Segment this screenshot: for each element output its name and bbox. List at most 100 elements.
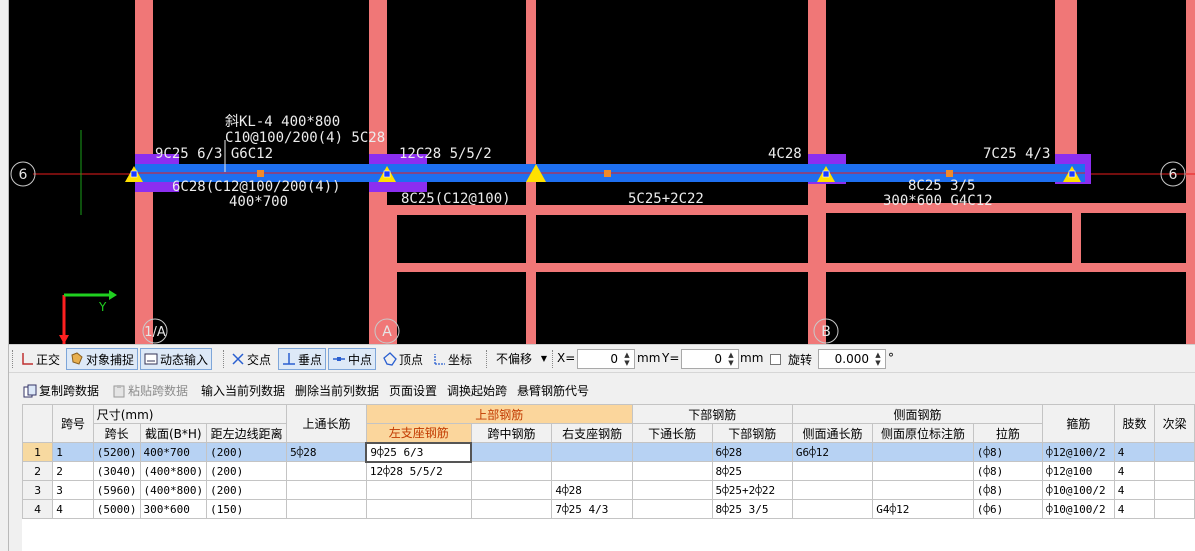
cell-stirrup[interactable]: ⌽12@100	[1042, 461, 1115, 481]
cell-bottom-through[interactable]	[631, 442, 713, 462]
swap-start-span-button[interactable]: 调换起始跨	[447, 382, 507, 399]
header-bottom-bars[interactable]: 下部钢筋	[711, 423, 793, 443]
beam-plan-drawing[interactable]: 6 6 1/A A B Y 斜KL-4 400*800 C10@100/200(…	[9, 0, 1195, 344]
header-span-no[interactable]: 跨号	[52, 404, 94, 443]
cell-tie-bars[interactable]: (⌽8)	[972, 442, 1044, 462]
y-coordinate-input[interactable]: 0 ▲ ▼	[681, 349, 739, 369]
cell-dist[interactable]: (200)	[206, 461, 288, 481]
header-secondary[interactable]: 次梁	[1154, 404, 1195, 443]
header-left-dist[interactable]: 距左边线距离	[206, 423, 288, 443]
header-right-support[interactable]: 右支座钢筋	[551, 423, 633, 443]
offset-mode-select[interactable]: 不偏移 ▼	[492, 349, 550, 369]
cell-mid-span[interactable]	[470, 442, 553, 462]
cell-dist[interactable]: (150)	[206, 499, 288, 519]
cell-left-support[interactable]	[365, 480, 472, 500]
y-spinner[interactable]: ▲ ▼	[725, 351, 737, 367]
header-side-original[interactable]: 侧面原位标注筋	[872, 423, 974, 443]
cell-side-through[interactable]	[791, 499, 874, 519]
cell-section[interactable]: 300*600	[139, 499, 208, 519]
cell-stirrup[interactable]: ⌽10@100/2	[1042, 499, 1115, 519]
header-bottom-through[interactable]: 下通长筋	[631, 423, 713, 443]
cell-tie-bars[interactable]: (⌽8)	[972, 461, 1044, 481]
cell-secondary[interactable]	[1154, 442, 1195, 462]
cell-length[interactable]: (5960)	[92, 480, 141, 500]
cell-top-through[interactable]	[286, 480, 367, 500]
cell-secondary[interactable]	[1154, 461, 1195, 481]
row-number[interactable]: 3	[22, 480, 54, 500]
cell-side-original[interactable]	[872, 442, 974, 462]
cell-dist[interactable]: (200)	[206, 442, 288, 462]
cell-mid-span[interactable]	[470, 480, 553, 500]
x-spinner[interactable]: ▲ ▼	[621, 351, 633, 367]
row-number[interactable]: 1	[22, 442, 54, 462]
cell-secondary[interactable]	[1154, 499, 1195, 519]
midpoint-snap-button[interactable]: 中点	[328, 348, 377, 370]
cell-top-through[interactable]	[286, 499, 367, 519]
input-column-button[interactable]: 输入当前列数据	[201, 382, 285, 399]
cell-length[interactable]: (3040)	[92, 461, 141, 481]
perpendicular-snap-button[interactable]: 垂点	[278, 348, 327, 370]
cell-right-support[interactable]: 4⌽28	[551, 480, 633, 500]
header-stirrup[interactable]: 箍筋	[1042, 404, 1115, 443]
header-mid-span[interactable]: 跨中钢筋	[470, 423, 553, 443]
cell-side-original[interactable]	[872, 480, 974, 500]
copy-span-button[interactable]: 复制跨数据	[23, 382, 99, 399]
table-row[interactable]: 3 3 (5960) (400*800) (200) 4⌽28 5⌽25+2⌽2…	[22, 480, 1195, 500]
intersection-snap-button[interactable]: 交点	[228, 348, 274, 370]
paste-span-button[interactable]: 粘贴跨数据	[112, 382, 188, 399]
header-side-through[interactable]: 侧面通长筋	[791, 423, 874, 443]
cell-left-support[interactable]	[365, 499, 472, 519]
drawing-canvas[interactable]: 6 6 1/A A B Y 斜KL-4 400*800 C10@100/200(…	[9, 0, 1195, 344]
cell-top-through[interactable]: 5⌽28	[286, 442, 367, 462]
cell-bottom-through[interactable]	[631, 480, 713, 500]
cell-bottom-bars[interactable]: 8⌽25 3/5	[711, 499, 793, 519]
corner-header[interactable]	[22, 404, 54, 443]
cell-bottom-through[interactable]	[631, 499, 713, 519]
cell-legs[interactable]: 4	[1113, 480, 1156, 500]
table-row[interactable]: 1 1 (5200) 400*700 (200) 5⌽28 9⌽25 6/3 6…	[22, 441, 1195, 463]
ortho-button[interactable]: 正交	[17, 348, 63, 370]
cell-span[interactable]: 2	[52, 461, 94, 481]
row-number[interactable]: 2	[22, 461, 54, 481]
header-left-support[interactable]: 左支座钢筋	[365, 423, 472, 443]
cell-tie-bars[interactable]: (⌽6)	[972, 499, 1044, 519]
row-number[interactable]: 4	[22, 499, 54, 519]
header-top-through[interactable]: 上通长筋	[286, 404, 367, 443]
cell-section[interactable]: (400*800)	[139, 461, 208, 481]
cell-span[interactable]: 3	[52, 480, 94, 500]
rebar-input-grid[interactable]: 跨号 尺寸(mm) 上通长筋 上部钢筋 下部钢筋 侧面钢筋 箍筋 肢数 次梁 跨…	[22, 404, 1195, 551]
cell-bottom-bars[interactable]: 5⌽25+2⌽22	[711, 480, 793, 500]
cell-length[interactable]: (5000)	[92, 499, 141, 519]
cell-stirrup[interactable]: ⌽12@100/2	[1042, 442, 1115, 462]
cell-side-original[interactable]	[872, 461, 974, 481]
cell-right-support[interactable]: 7⌽25 4/3	[551, 499, 633, 519]
dynamic-input-button[interactable]: 动态输入	[140, 348, 213, 370]
page-setup-button[interactable]: 页面设置	[389, 382, 437, 399]
cell-bottom-bars[interactable]: 8⌽25	[711, 461, 793, 481]
x-coordinate-input[interactable]: 0 ▲ ▼	[577, 349, 635, 369]
header-legs[interactable]: 肢数	[1113, 404, 1156, 443]
rotate-checkbox[interactable]	[770, 354, 781, 365]
rotate-input[interactable]: 0.000 ▲ ▼	[818, 349, 886, 369]
cell-bottom-through[interactable]	[631, 461, 713, 481]
cell-side-through[interactable]: G6⌽12	[791, 442, 874, 462]
cell-secondary[interactable]	[1154, 480, 1195, 500]
cell-right-support[interactable]	[551, 442, 633, 462]
cantilever-code-button[interactable]: 悬臂钢筋代号	[517, 382, 589, 399]
cell-section[interactable]: 400*700	[139, 442, 208, 462]
cell-span[interactable]: 1	[52, 442, 94, 462]
table-row[interactable]: 4 4 (5000) 300*600 (150) 7⌽25 4/3 8⌽25 3…	[22, 499, 1195, 519]
cell-legs[interactable]: 4	[1113, 499, 1156, 519]
coordinate-snap-button[interactable]: 坐标	[429, 348, 475, 370]
vertex-snap-button[interactable]: 顶点	[380, 348, 426, 370]
cell-bottom-bars[interactable]: 6⌽28	[711, 442, 793, 462]
cell-span[interactable]: 4	[52, 499, 94, 519]
cell-right-support[interactable]	[551, 461, 633, 481]
cell-stirrup[interactable]: ⌽10@100/2	[1042, 480, 1115, 500]
rebar-annotations[interactable]: 斜KL-4 400*800 C10@100/200(4) 5C28 9C25 6…	[155, 114, 1050, 210]
header-tie-bars[interactable]: 拉筋	[972, 423, 1044, 443]
cell-tie-bars[interactable]: (⌽8)	[972, 480, 1044, 500]
cell-left-support[interactable]: 12⌽28 5/5/2	[365, 461, 472, 481]
cell-side-through[interactable]	[791, 461, 874, 481]
cell-length[interactable]: (5200)	[92, 442, 141, 462]
